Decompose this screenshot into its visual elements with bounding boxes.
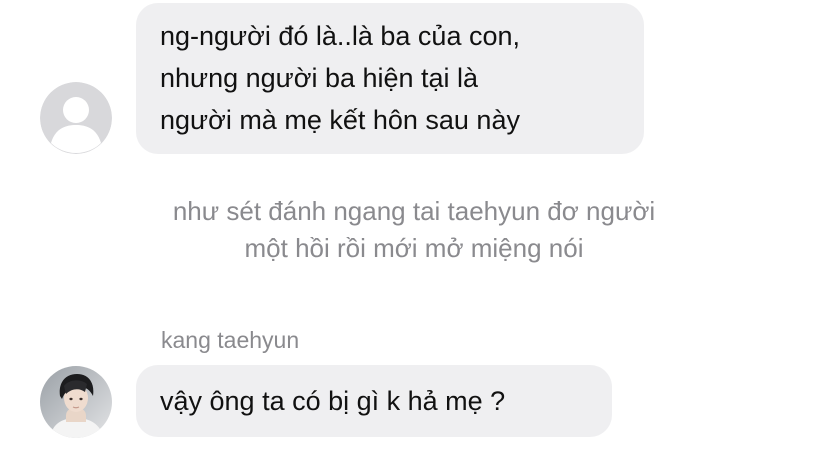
default-avatar-graphic xyxy=(40,82,112,154)
sender-name: kang taehyun xyxy=(161,327,300,353)
message-line: người mà mẹ kết hôn sau này xyxy=(160,105,520,135)
message-line: ng-người đó là..là ba của con, xyxy=(160,21,521,51)
message-bubble-reply[interactable]: vậy ông ta có bị gì k hả mẹ ? xyxy=(136,365,612,437)
narration-line: một hồi rồi mới mở miệng nói xyxy=(244,233,584,263)
profile-photo-graphic xyxy=(40,366,112,438)
profile-photo-icon[interactable] xyxy=(40,366,112,438)
message-line: nhưng người ba hiện tại là xyxy=(160,63,479,93)
default-user-icon[interactable] xyxy=(40,82,112,154)
narration-line: như sét đánh ngang tai taehyun đơ người xyxy=(172,196,656,226)
message-bubble-incoming[interactable]: ng-người đó là..là ba của con, nhưng ngư… xyxy=(136,3,644,154)
chat-thread: ng-người đó là..là ba của con, nhưng ngư… xyxy=(0,0,828,455)
narration-text: như sét đánh ngang tai taehyun đơ người … xyxy=(0,193,828,267)
